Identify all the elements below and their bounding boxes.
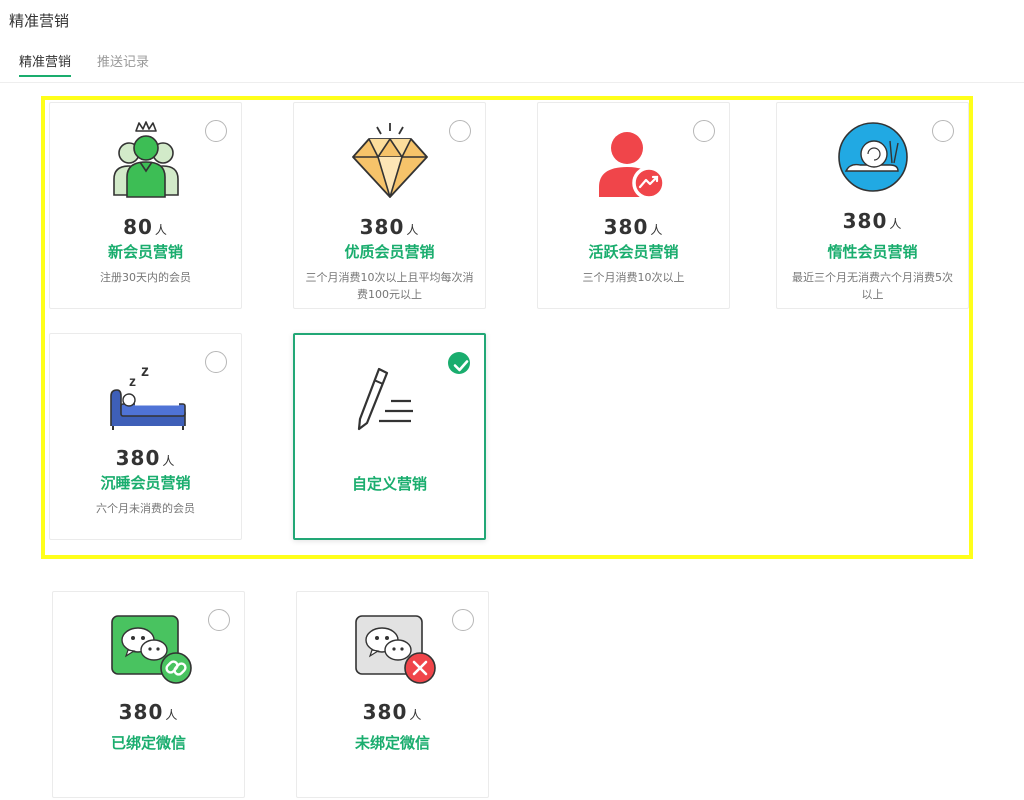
- svg-text:z: z: [141, 363, 149, 380]
- card-wechat-unbound[interactable]: 380 人 未绑定微信: [296, 591, 489, 798]
- radio-button[interactable]: [205, 351, 227, 373]
- crowned-member-icon: [112, 121, 179, 198]
- tab-precision-marketing[interactable]: 精准营销: [19, 51, 72, 77]
- card-title: 新会员营销: [107, 243, 183, 261]
- member-count: 380 人: [115, 446, 176, 470]
- radio-button[interactable]: [452, 609, 474, 631]
- member-count: 380 人: [362, 700, 423, 724]
- card-title: 惰性会员营销: [827, 243, 918, 261]
- member-count: 380 人: [359, 215, 420, 239]
- card-quality-member[interactable]: 380 人 优质会员营销 三个月消费10次以上且平均每次消费100元以上: [293, 102, 486, 309]
- active-tab-underline: [19, 75, 72, 77]
- svg-text:z: z: [129, 373, 136, 389]
- card-description: 三个月消费10次以上: [582, 271, 685, 284]
- radio-button[interactable]: [449, 120, 471, 142]
- card-description: 最近三个月无消费六个月消费5次以上: [792, 271, 953, 301]
- tab-label: 精准营销: [19, 55, 72, 70]
- radio-button[interactable]: [932, 120, 954, 142]
- card-description: 注册30天内的会员: [100, 271, 191, 284]
- card-title: 沉睡会员营销: [100, 474, 191, 492]
- member-count: 380 人: [118, 700, 179, 724]
- member-count: 380 人: [603, 215, 664, 239]
- tab-label: 推送记录: [97, 55, 150, 70]
- card-wechat-bound[interactable]: 380 人 已绑定微信: [52, 591, 245, 798]
- card-active-member[interactable]: 380 人 活跃会员营销 三个月消费10次以上: [537, 102, 730, 309]
- wechat-unbound-icon: [354, 615, 436, 684]
- radio-button[interactable]: [208, 609, 230, 631]
- pencil-edit-icon: [357, 367, 413, 431]
- wechat-bound-icon: [110, 615, 192, 684]
- member-count: 380 人: [842, 209, 903, 233]
- card-description: 六个月未消费的会员: [96, 502, 195, 515]
- card-title: 优质会员营销: [344, 243, 435, 261]
- check-icon: [453, 360, 469, 372]
- card-description: 三个月消费10次以上且平均每次消费100元以上: [305, 271, 474, 301]
- card-lazy-member[interactable]: 380 人 惰性会员营销 最近三个月无消费六个月消费5次以上: [776, 102, 969, 309]
- card-title: 已绑定微信: [110, 734, 186, 752]
- tab-push-records[interactable]: 推送记录: [97, 51, 149, 70]
- card-title: 自定义营销: [351, 475, 427, 493]
- card-title: 活跃会员营销: [588, 243, 679, 261]
- card-title: 未绑定微信: [354, 734, 430, 752]
- active-user-trend-icon: [598, 132, 666, 200]
- radio-button[interactable]: [693, 120, 715, 142]
- snail-icon: [837, 122, 908, 192]
- page-title: 精准营销: [9, 12, 70, 30]
- sleeping-bed-icon: z z: [109, 363, 186, 430]
- member-count: 80 人: [123, 215, 168, 239]
- radio-button[interactable]: [205, 120, 227, 142]
- card-dormant-member[interactable]: z z 380 人 沉睡会员营销 六个月未消费的会员: [49, 333, 242, 540]
- tab-bar: 精准营销 推送记录: [0, 40, 1024, 83]
- card-new-member[interactable]: 80 人 新会员营销 注册30天内的会员: [49, 102, 242, 309]
- card-custom-marketing[interactable]: 自定义营销: [293, 333, 486, 540]
- diamond-icon: [351, 123, 428, 198]
- radio-button-checked[interactable]: [448, 352, 470, 374]
